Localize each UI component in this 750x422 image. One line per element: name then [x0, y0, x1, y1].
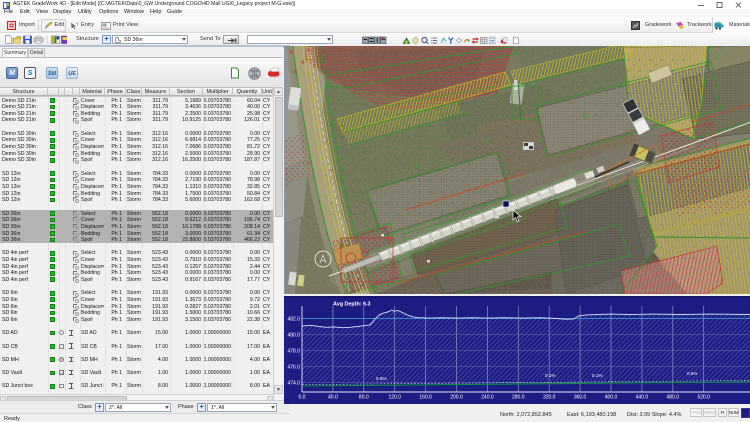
svg-text:520.0: 520.0	[697, 395, 710, 401]
svg-text:Avg Depth: 6.3: Avg Depth: 6.3	[333, 302, 371, 308]
svg-text:478.0: 478.0	[287, 349, 300, 355]
svg-text:0.1%: 0.1%	[592, 373, 602, 378]
svg-text:160.0: 160.0	[419, 395, 432, 401]
svg-text:360.0: 360.0	[574, 395, 587, 401]
svg-text:320.0: 320.0	[543, 395, 556, 401]
svg-text:240.0: 240.0	[481, 395, 494, 401]
svg-text:0.5%: 0.5%	[376, 376, 386, 381]
svg-text:476.0: 476.0	[287, 365, 300, 371]
svg-text:482.0: 482.0	[287, 317, 300, 323]
svg-text:40.0: 40.0	[328, 395, 338, 401]
svg-text:440.0: 440.0	[636, 395, 649, 401]
svg-text:400.0: 400.0	[605, 395, 618, 401]
svg-text:480.0: 480.0	[287, 333, 300, 339]
svg-text:0.5%: 0.5%	[687, 371, 697, 376]
svg-text:0.1%: 0.1%	[545, 373, 555, 378]
svg-text:200.0: 200.0	[450, 395, 463, 401]
svg-text:120.0: 120.0	[388, 395, 401, 401]
svg-text:0.0: 0.0	[299, 395, 306, 401]
svg-text:80.0: 80.0	[359, 395, 369, 401]
svg-text:280.0: 280.0	[512, 395, 525, 401]
svg-text:474.0: 474.0	[287, 381, 300, 387]
svg-text:480.0: 480.0	[667, 395, 680, 401]
